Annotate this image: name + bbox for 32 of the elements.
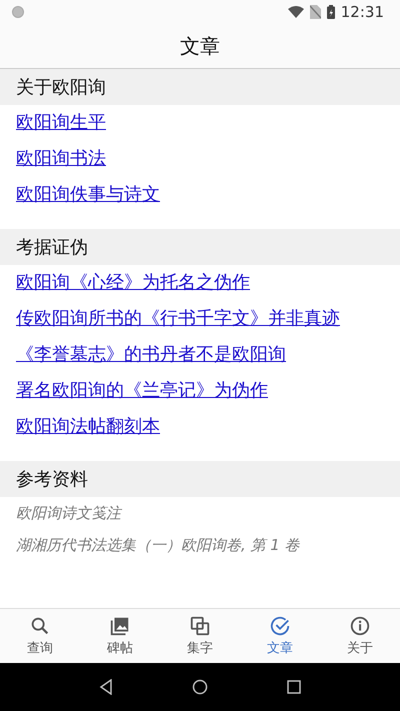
page-title: 文章: [180, 32, 220, 60]
article-link[interactable]: 欧阳询佚事与诗文: [0, 177, 400, 213]
image-icon: [109, 615, 131, 637]
info-icon: [349, 615, 371, 637]
article-link[interactable]: 署名欧阳询的《兰亭记》为伪作: [0, 373, 400, 409]
nav-tab[interactable]: 碑帖: [80, 609, 160, 663]
reference-text: 欧阳询诗文笺注: [15, 503, 124, 524]
article-link[interactable]: 欧阳询法帖翻刻本: [0, 409, 400, 445]
wifi-icon: [288, 6, 304, 18]
nav-tab[interactable]: 文章: [240, 609, 320, 663]
article-link[interactable]: 传欧阳询所书的《行书千字文》并非真迹: [0, 301, 400, 337]
section-header: 关于欧阳询: [0, 69, 400, 105]
copy-icon: [189, 615, 211, 637]
nav-tab[interactable]: 集字: [160, 609, 240, 663]
article-link[interactable]: 欧阳询《心经》为托名之伪作: [0, 265, 400, 301]
nav-tab[interactable]: 关于: [320, 609, 400, 663]
home-icon[interactable]: [192, 679, 208, 695]
notification-icon: [12, 6, 24, 18]
article-link[interactable]: 欧阳询书法: [0, 141, 400, 177]
section-header: 考据证伪: [0, 229, 400, 265]
battery-icon: [326, 5, 335, 19]
recents-icon[interactable]: [286, 680, 301, 694]
no-sim-icon: [310, 5, 321, 19]
back-icon[interactable]: [99, 679, 114, 695]
search-icon: [29, 615, 51, 637]
reference-text: 湖湘历代书法选集（一）欧阳询卷, 第 1 卷: [15, 535, 301, 556]
clock-time: 12:31: [340, 3, 384, 21]
check-circle-icon: [269, 615, 291, 637]
article-link[interactable]: 欧阳询生平: [0, 105, 400, 141]
article-link[interactable]: 《李誉墓志》的书丹者不是欧阳询: [0, 337, 400, 373]
nav-tab[interactable]: 查询: [0, 609, 80, 663]
section-header: 参考资料: [0, 461, 400, 497]
